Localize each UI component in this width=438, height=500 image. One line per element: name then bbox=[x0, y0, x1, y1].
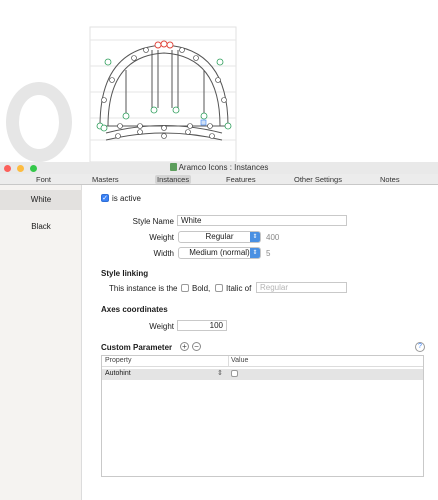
instances-window: Aramco Icons : Instances Font Masters In… bbox=[0, 162, 438, 500]
instance-list-sidebar: White Black bbox=[0, 185, 82, 500]
bold-label: Bold, bbox=[192, 284, 211, 293]
weight-class-value: 400 bbox=[266, 233, 280, 242]
is-active-checkbox[interactable]: ✓ bbox=[101, 194, 109, 202]
axis-weight-field[interactable]: 100 bbox=[177, 320, 227, 331]
style-linking-heading: Style linking bbox=[101, 269, 149, 278]
help-button[interactable]: ? bbox=[415, 342, 425, 352]
tab-bar: Font Masters Instances Features Other Se… bbox=[0, 174, 438, 185]
parameter-name: Autohint bbox=[105, 370, 131, 377]
custom-parameter-heading: Custom Parameter bbox=[101, 343, 173, 352]
sidebar-item-black[interactable]: Black bbox=[0, 217, 82, 237]
width-label: Width bbox=[153, 249, 174, 258]
sidebar-item-white[interactable]: White bbox=[0, 190, 82, 210]
is-active-label: is active bbox=[112, 194, 141, 203]
remove-parameter-button[interactable]: − bbox=[192, 342, 201, 351]
tab-masters[interactable]: Masters bbox=[92, 175, 119, 184]
tab-instances[interactable]: Instances bbox=[155, 175, 192, 184]
glyph-preview-area bbox=[0, 0, 438, 162]
table-row[interactable]: Autohint ⇕ bbox=[102, 369, 423, 380]
tab-font[interactable]: Font bbox=[36, 175, 51, 184]
weight-popup[interactable]: Regular ⇕ bbox=[178, 231, 261, 243]
tab-other-settings[interactable]: Other Settings bbox=[294, 175, 342, 184]
window-title: Aramco Icons : Instances bbox=[0, 163, 438, 172]
column-header-value[interactable]: Value bbox=[231, 357, 248, 364]
autohint-value-checkbox[interactable] bbox=[231, 370, 238, 377]
axis-weight-label: Weight bbox=[149, 322, 174, 331]
glyph-edit-view[interactable] bbox=[0, 0, 438, 162]
chevron-updown-icon: ⇕ bbox=[250, 248, 260, 258]
tab-notes[interactable]: Notes bbox=[380, 175, 400, 184]
style-name-label: Style Name bbox=[132, 217, 174, 226]
chevron-updown-icon[interactable]: ⇕ bbox=[217, 369, 223, 377]
width-popup[interactable]: Medium (normal) ⇕ bbox=[178, 247, 261, 259]
style-linking-text: This instance is the bbox=[109, 284, 178, 293]
width-popup-value: Medium (normal) bbox=[189, 248, 250, 257]
add-parameter-button[interactable]: + bbox=[180, 342, 189, 351]
weight-label: Weight bbox=[149, 233, 174, 242]
window-title-text: Aramco Icons : Instances bbox=[178, 163, 269, 172]
style-name-field[interactable]: White bbox=[177, 215, 347, 226]
weight-popup-value: Regular bbox=[205, 232, 234, 241]
italic-checkbox[interactable] bbox=[215, 284, 223, 292]
instance-settings-panel: ✓ is active Style Name White Weight Regu… bbox=[82, 185, 438, 500]
italic-label: Italic of bbox=[226, 284, 252, 293]
bold-checkbox[interactable] bbox=[181, 284, 189, 292]
table-header: Property Value bbox=[102, 356, 423, 367]
document-icon bbox=[169, 163, 177, 171]
width-class-value: 5 bbox=[266, 249, 271, 258]
chevron-updown-icon: ⇕ bbox=[250, 232, 260, 242]
axes-coordinates-heading: Axes coordinates bbox=[101, 305, 168, 314]
title-bar: Aramco Icons : Instances bbox=[0, 162, 438, 174]
linked-style-field[interactable]: Regular bbox=[256, 282, 347, 293]
custom-parameter-table: Property Value Autohint ⇕ bbox=[101, 355, 424, 477]
column-header-property[interactable]: Property bbox=[105, 357, 131, 364]
tab-features[interactable]: Features bbox=[226, 175, 256, 184]
column-divider bbox=[228, 356, 229, 366]
